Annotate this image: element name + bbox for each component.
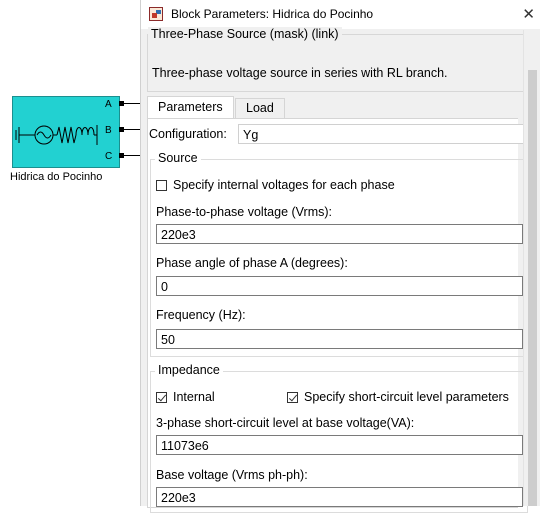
vertical-scrollbar[interactable] [523, 30, 540, 506]
phase-angle-field[interactable]: 0 [156, 276, 523, 296]
dialog-title: Block Parameters: Hidrica do Pocinho [171, 7, 374, 21]
base-voltage-field[interactable]: 220e3 [156, 487, 523, 507]
base-voltage-value: 220e3 [161, 491, 196, 505]
block-parameters-dialog: Block Parameters: Hidrica do Pocinho ✕ T… [140, 0, 540, 513]
block-name-label[interactable]: Hidrica do Pocinho [10, 171, 122, 183]
port-b-line [124, 129, 140, 130]
configuration-value: Yg [243, 128, 259, 142]
mask-caption[interactable]: Three-Phase Source (mask) (link) [148, 27, 342, 41]
port-label-b: B [105, 125, 112, 136]
phase-voltage-field[interactable]: 220e3 [156, 224, 523, 244]
dialog-titlebar[interactable]: Block Parameters: Hidrica do Pocinho ✕ [141, 0, 540, 29]
phase-voltage-value: 220e3 [161, 228, 196, 242]
frequency-field[interactable]: 50 [156, 329, 523, 349]
frequency-value: 50 [161, 333, 175, 347]
phase-angle-label: Phase angle of phase A (degrees): [156, 256, 348, 270]
short-circuit-level-field[interactable]: 11073e6 [156, 435, 523, 455]
source-symbol-icon [15, 125, 98, 145]
impedance-caption: Impedance [155, 363, 223, 377]
internal-checkbox[interactable] [156, 392, 167, 403]
frequency-label: Frequency (Hz): [156, 308, 246, 322]
phase-voltage-label: Phase-to-phase voltage (Vrms): [156, 205, 333, 219]
close-icon[interactable]: ✕ [522, 5, 535, 23]
internal-label: Internal [173, 390, 215, 404]
source-group: Source Specify internal voltages for eac… [150, 151, 528, 357]
phase-angle-value: 0 [161, 280, 168, 294]
scrollbar-thumb[interactable] [528, 70, 537, 506]
port-c-line [124, 155, 140, 156]
port-label-a: A [105, 99, 112, 110]
source-caption: Source [155, 151, 201, 165]
simulink-block-icon [149, 7, 163, 21]
tab-parameters[interactable]: Parameters [147, 96, 234, 119]
three-phase-source-block[interactable]: A B C [12, 96, 120, 168]
mask-description-group: Three-Phase Source (mask) (link) Three-p… [147, 27, 537, 92]
base-voltage-label: Base voltage (Vrms ph-ph): [156, 468, 308, 482]
mask-description: Three-phase voltage source in series wit… [152, 66, 448, 80]
impedance-group: Impedance Internal Specify short-circuit… [150, 363, 528, 513]
parameters-panel: Configuration: Yg ▼ Source Specify inter… [147, 118, 536, 513]
configuration-label: Configuration: [149, 127, 227, 141]
specify-internal-checkbox[interactable] [156, 180, 167, 191]
configuration-select[interactable]: Yg ▼ [238, 124, 536, 144]
short-circuit-label: Specify short-circuit level parameters [304, 390, 509, 404]
short-circuit-level-value: 11073e6 [161, 439, 209, 453]
tab-load-flow[interactable]: Load Flow [235, 98, 285, 134]
short-circuit-checkbox[interactable] [287, 392, 298, 403]
port-label-c: C [105, 151, 113, 162]
specify-internal-label: Specify internal voltages for each phase [173, 178, 395, 192]
port-a-line [124, 103, 140, 104]
short-circuit-level-label: 3-phase short-circuit level at base volt… [156, 416, 415, 430]
